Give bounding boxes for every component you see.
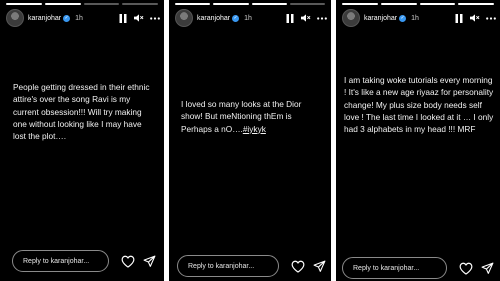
story-header: karanjohar ✓ 1h	[175, 9, 327, 27]
progress-segment	[251, 3, 287, 5]
story-panel[interactable]: karanjohar ✓ 1h I loved so many looks at…	[169, 0, 331, 281]
send-icon[interactable]	[481, 261, 494, 275]
pause-icon[interactable]	[454, 13, 464, 23]
story-header: karanjohar ✓ 1h	[342, 9, 496, 27]
more-icon[interactable]	[150, 13, 160, 23]
avatar[interactable]	[342, 9, 360, 27]
username[interactable]: karanjohar	[197, 15, 230, 22]
verified-badge-icon: ✓	[399, 14, 407, 22]
progress-segment	[458, 3, 494, 5]
story-progress-bar	[342, 3, 494, 5]
story-panel[interactable]: karanjohar ✓ 1h I am taking woke tutoria…	[336, 0, 500, 281]
story-header: karanjohar ✓ 1h	[6, 9, 160, 27]
more-icon[interactable]	[486, 13, 496, 23]
story-progress-bar	[6, 3, 158, 5]
heart-icon[interactable]	[121, 254, 135, 268]
progress-segment	[342, 3, 378, 5]
progress-segment	[83, 3, 120, 5]
avatar[interactable]	[175, 9, 193, 27]
verified-badge-icon: ✓	[63, 14, 71, 22]
story-text: I am taking woke tutorials every morning…	[344, 75, 494, 135]
story-footer: Reply to karanjohar...	[177, 255, 326, 277]
reply-placeholder: Reply to karanjohar...	[23, 257, 90, 265]
story-progress-bar	[175, 3, 325, 5]
reply-input[interactable]: Reply to karanjohar...	[177, 255, 279, 277]
send-icon[interactable]	[143, 254, 156, 268]
timestamp: 1h	[244, 14, 252, 22]
progress-segment	[419, 3, 456, 5]
story-panel[interactable]: karanjohar ✓ 1h People getting dressed i…	[0, 0, 164, 281]
progress-segment	[289, 3, 325, 5]
reply-placeholder: Reply to karanjohar...	[188, 262, 255, 270]
story-text: People getting dressed in their ethnic a…	[13, 82, 150, 142]
verified-badge-icon: ✓	[232, 14, 240, 22]
more-icon[interactable]	[317, 13, 327, 23]
timestamp: 1h	[411, 14, 419, 22]
reply-placeholder: Reply to karanjohar...	[353, 264, 420, 272]
reply-input[interactable]: Reply to karanjohar...	[342, 257, 447, 279]
progress-segment	[122, 3, 158, 5]
mute-icon[interactable]	[470, 13, 480, 23]
username[interactable]: karanjohar	[364, 15, 397, 22]
story-footer: Reply to karanjohar...	[12, 250, 156, 272]
progress-segment	[213, 3, 249, 5]
avatar[interactable]	[6, 9, 24, 27]
story-text: I loved so many looks at the Dior show! …	[181, 98, 305, 135]
hashtag-link[interactable]: #iykyk	[243, 124, 266, 134]
progress-segment	[6, 3, 42, 5]
story-text-body: I loved so many looks at the Dior show! …	[181, 99, 302, 134]
send-icon[interactable]	[313, 259, 326, 273]
pause-icon[interactable]	[118, 13, 128, 23]
mute-icon[interactable]	[301, 13, 311, 23]
story-footer: Reply to karanjohar...	[342, 257, 494, 279]
timestamp: 1h	[75, 14, 83, 22]
progress-segment	[175, 3, 211, 5]
mute-icon[interactable]	[134, 13, 144, 23]
heart-icon[interactable]	[459, 261, 473, 275]
username[interactable]: karanjohar	[28, 15, 61, 22]
pause-icon[interactable]	[285, 13, 295, 23]
heart-icon[interactable]	[291, 259, 305, 273]
progress-segment	[44, 3, 81, 5]
progress-segment	[380, 3, 417, 5]
reply-input[interactable]: Reply to karanjohar...	[12, 250, 109, 272]
